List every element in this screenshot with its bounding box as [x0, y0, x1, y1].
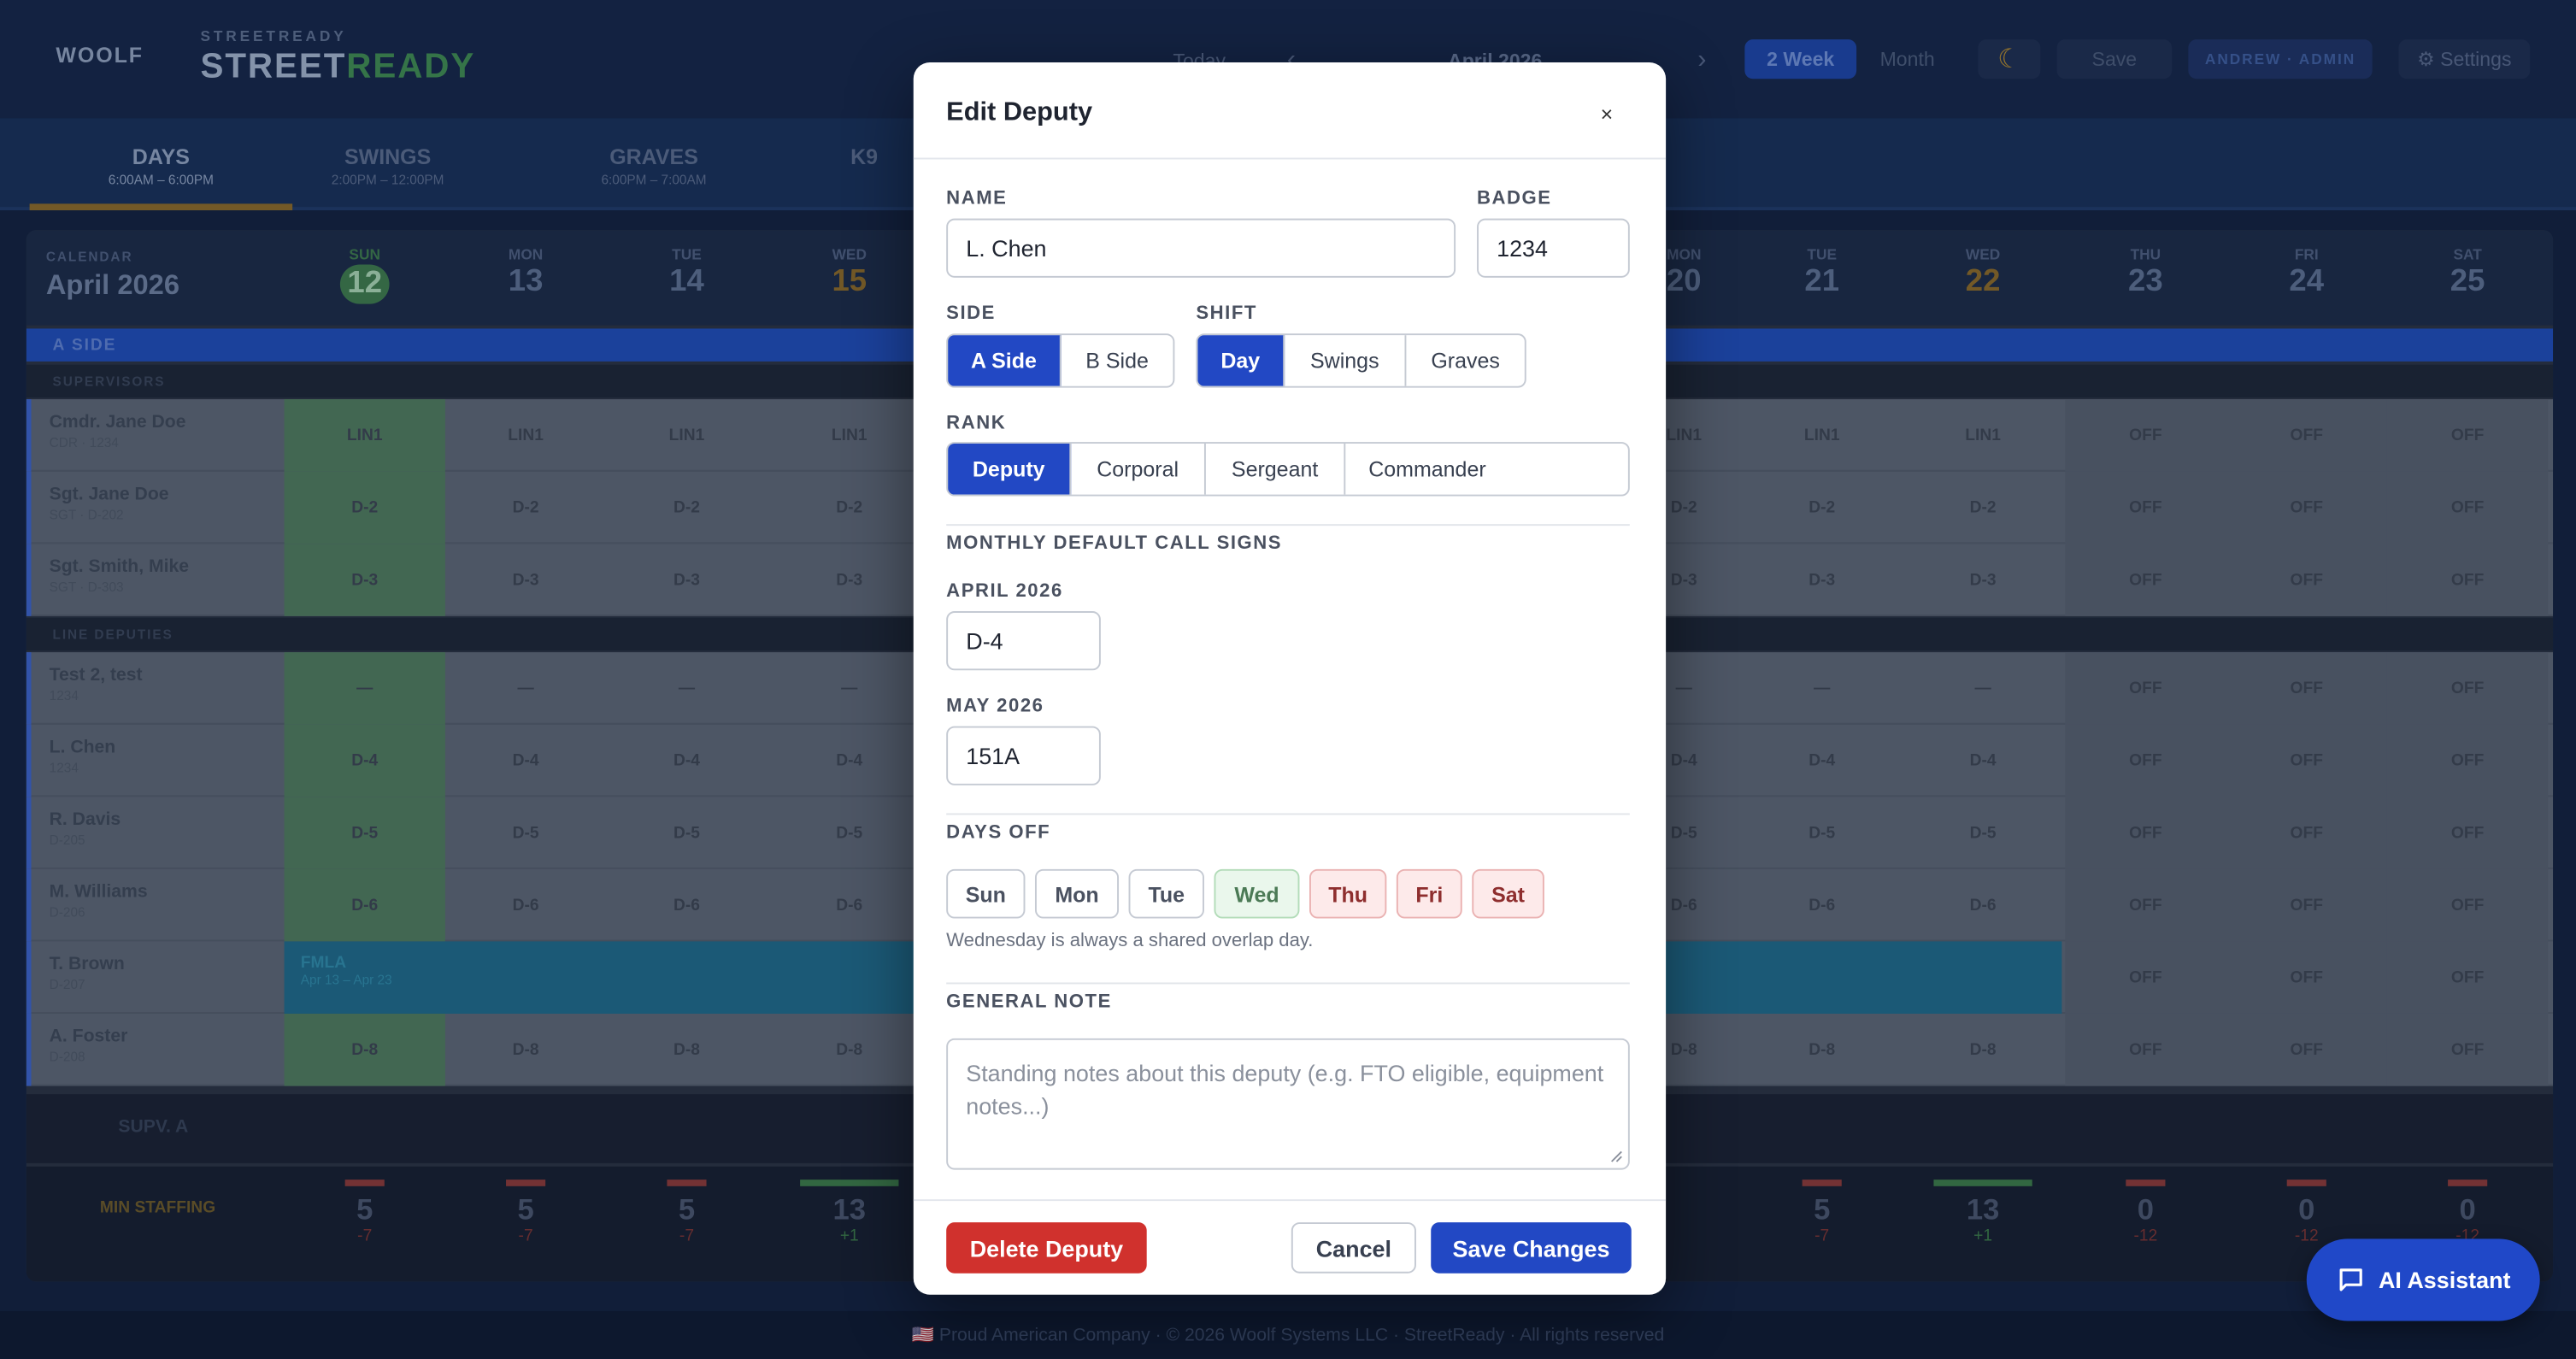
name-input[interactable]: L. Chen: [946, 218, 1456, 278]
save-changes-button[interactable]: Save Changes: [1431, 1222, 1632, 1274]
edit-deputy-modal: Edit Deputy × NAME L. Chen BADGE 1234 SI…: [913, 62, 1667, 1295]
resize-grip-icon[interactable]: [1607, 1147, 1623, 1163]
modal-title: Edit Deputy: [946, 98, 1093, 127]
rank-selector: Deputy Corporal Sergeant Commander: [946, 442, 1630, 497]
cancel-button[interactable]: Cancel: [1291, 1222, 1416, 1274]
rank-option-sergeant[interactable]: Sergeant: [1206, 443, 1346, 495]
shift-option-day[interactable]: Day: [1197, 335, 1285, 386]
days-off-label: DAYS OFF: [946, 823, 1051, 844]
day-toggle-mon[interactable]: Mon: [1034, 868, 1120, 919]
close-icon[interactable]: ×: [1587, 98, 1626, 128]
delete-deputy-button[interactable]: Delete Deputy: [946, 1222, 1147, 1274]
chat-icon: [2339, 1268, 2362, 1291]
day-toggle-sat[interactable]: Sat: [1472, 868, 1544, 919]
day-toggle-tue[interactable]: Tue: [1128, 868, 1204, 919]
day-toggle-wed[interactable]: Wed: [1214, 868, 1300, 919]
shift-option-swings[interactable]: Swings: [1285, 335, 1407, 386]
shift-option-graves[interactable]: Graves: [1406, 335, 1524, 386]
badge-input[interactable]: 1234: [1477, 218, 1630, 278]
day-toggle-fri[interactable]: Fri: [1396, 868, 1462, 919]
general-note-textarea[interactable]: Standing notes about this deputy (e.g. F…: [946, 1038, 1630, 1170]
side-option-b[interactable]: B Side: [1062, 335, 1173, 386]
side-selector: A Side B Side: [946, 333, 1175, 388]
modal-footer: Delete Deputy Cancel Save Changes: [913, 1199, 1667, 1294]
may-call-sign-input[interactable]: 151A: [946, 726, 1101, 785]
divider: [946, 524, 1630, 527]
shift-selector: Day Swings Graves: [1196, 333, 1526, 388]
days-off-hint: Wednesday is always a shared overlap day…: [946, 931, 1314, 951]
divider: [946, 813, 1630, 815]
april-call-sign-input[interactable]: D-4: [946, 611, 1101, 671]
day-toggle-thu[interactable]: Thu: [1309, 868, 1387, 919]
general-note-label: GENERAL NOTE: [946, 992, 1112, 1013]
rank-option-deputy[interactable]: Deputy: [948, 443, 1072, 495]
rank-option-commander[interactable]: Commander: [1345, 444, 1628, 495]
ai-assistant-label: AI Assistant: [2378, 1267, 2511, 1293]
modal-header: Edit Deputy ×: [913, 62, 1667, 160]
side-label: SIDE: [946, 303, 996, 324]
call-signs-heading: MONTHLY DEFAULT CALL SIGNS: [946, 533, 1283, 554]
divider: [946, 982, 1630, 985]
may-label: MAY 2026: [946, 697, 1044, 717]
day-toggle-sun[interactable]: Sun: [946, 868, 1026, 919]
badge-label: BADGE: [1477, 189, 1552, 209]
shift-label: SHIFT: [1196, 303, 1257, 324]
rank-option-corporal[interactable]: Corporal: [1071, 443, 1206, 495]
note-placeholder: Standing notes about this deputy (e.g. F…: [966, 1059, 1604, 1120]
side-option-a[interactable]: A Side: [948, 335, 1062, 386]
rank-label: RANK: [946, 414, 1007, 434]
april-label: APRIL 2026: [946, 581, 1063, 602]
name-label: NAME: [946, 189, 1008, 209]
ai-assistant-button[interactable]: AI Assistant: [2306, 1238, 2540, 1321]
